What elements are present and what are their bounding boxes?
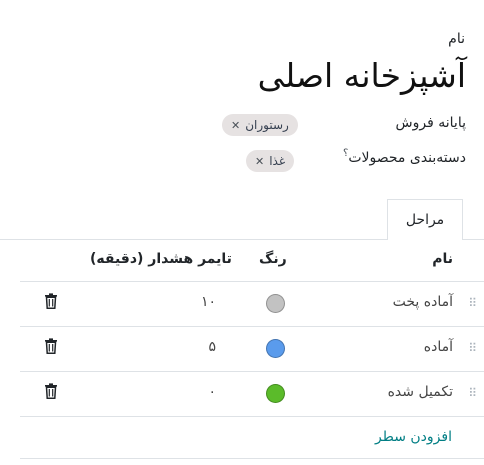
column-header-color[interactable]: رنگ [259, 251, 287, 267]
name-field-label: نام [448, 31, 465, 47]
drag-handle-icon[interactable]: ⠿ [468, 386, 477, 400]
trash-icon[interactable] [44, 383, 58, 399]
stage-name[interactable]: آماده پخت [393, 294, 453, 310]
stage-color-swatch[interactable] [266, 384, 285, 403]
pos-tag-label: رستوران [245, 118, 289, 132]
stage-name[interactable]: آماده [424, 339, 453, 355]
category-field-label: دسته‌بندی محصولات؟ [340, 148, 466, 166]
trash-icon[interactable] [44, 293, 58, 309]
table-row[interactable]: ⠿ آماده ۵ [0, 326, 484, 371]
stage-color-swatch[interactable] [266, 339, 285, 358]
category-tag[interactable]: غذا ✕ [246, 150, 295, 172]
drag-handle-icon[interactable]: ⠿ [468, 296, 477, 310]
trash-icon[interactable] [44, 338, 58, 354]
column-header-name[interactable]: نام [432, 251, 453, 267]
stage-timer[interactable]: ۱۰ [190, 294, 216, 310]
category-field-text: دسته‌بندی محصولات [348, 150, 466, 166]
drag-handle-icon[interactable]: ⠿ [468, 341, 477, 355]
column-header-timer[interactable]: تایمر هشدار (دقیقه) [90, 251, 232, 267]
category-tag-label: غذا [269, 154, 286, 168]
table-row[interactable]: ⠿ تکمیل شده ۰ [0, 371, 484, 416]
stage-name[interactable]: تکمیل شده [388, 384, 453, 400]
table-row[interactable]: ⠿ آماده پخت ۱۰ [0, 281, 484, 326]
record-title[interactable]: آشپزخانه اصلی [258, 54, 466, 98]
table-divider [20, 458, 484, 459]
tab-stages[interactable]: مراحل [387, 199, 463, 240]
add-line-link[interactable]: افزودن سطر [375, 429, 452, 445]
stage-timer[interactable]: ۰ [190, 384, 216, 400]
close-icon[interactable]: ✕ [231, 119, 240, 132]
pos-field-label: پایانه فروش [395, 115, 466, 131]
help-icon[interactable]: ؟ [343, 148, 348, 159]
pos-tag[interactable]: رستوران ✕ [222, 114, 298, 136]
stage-timer[interactable]: ۵ [190, 339, 216, 355]
stage-color-swatch[interactable] [266, 294, 285, 313]
close-icon[interactable]: ✕ [255, 155, 264, 168]
table-divider [20, 416, 484, 417]
